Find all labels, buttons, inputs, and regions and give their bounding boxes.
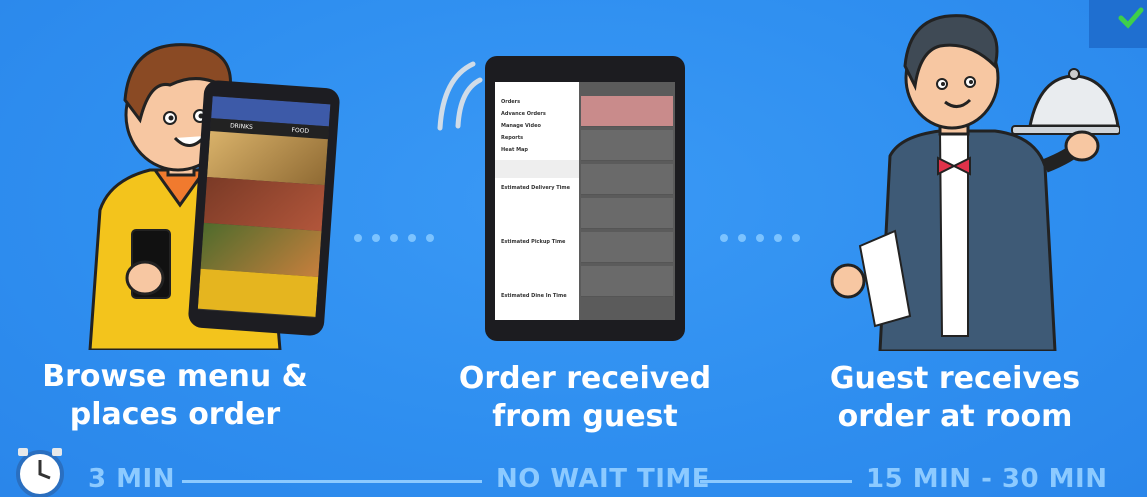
time-label-browse: 3 MIN: [88, 464, 175, 494]
order-row[interactable]: [581, 266, 673, 297]
phone-screen: DRINKS FOOD: [197, 96, 331, 318]
phone-tab-food[interactable]: FOOD: [291, 127, 309, 135]
time-label-delivery: 15 MIN - 30 MIN: [866, 464, 1108, 494]
step-2-caption: Order received from guest: [458, 361, 712, 434]
clock-icon: [16, 448, 64, 497]
menu-item-advance-orders[interactable]: Advance Orders: [495, 108, 579, 120]
tablet-screen: Orders Advance Orders Manage Video Repor…: [495, 82, 675, 320]
section-dinein-time: Estimated Dine In Time: [501, 293, 567, 299]
time-label-received: NO WAIT TIME: [496, 464, 711, 494]
progress-dots-2: [720, 234, 800, 242]
order-row[interactable]: [581, 164, 673, 195]
phone-device: DRINKS FOOD: [187, 79, 341, 337]
menu-item-orders[interactable]: Orders: [495, 96, 579, 108]
hero-banner: DRINKS FOOD Orders Advance Orders Manage…: [0, 0, 1147, 497]
menu-item-heat-map[interactable]: Heat Map: [495, 144, 579, 156]
signal-icon: [437, 61, 483, 131]
order-row[interactable]: [581, 198, 673, 229]
step-3-caption: Guest receives order at room: [829, 361, 1081, 434]
tablet-device: Orders Advance Orders Manage Video Repor…: [485, 56, 685, 341]
timeline-segment: [182, 480, 482, 483]
order-row[interactable]: [581, 130, 673, 161]
menu-item-manage-video[interactable]: Manage Video: [495, 120, 579, 132]
tablet-menu: Orders Advance Orders Manage Video Repor…: [495, 82, 579, 320]
menu-item-reports[interactable]: Reports: [495, 132, 579, 144]
order-row[interactable]: [581, 232, 673, 263]
timeline-segment: [700, 480, 852, 483]
order-row[interactable]: [581, 96, 673, 127]
section-delivery-time: Estimated Delivery Time: [501, 185, 570, 191]
step-1-caption: Browse menu & places order: [42, 359, 308, 432]
waiter-illustration: [830, 14, 1120, 351]
section-pickup-time: Estimated Pickup Time: [501, 239, 566, 245]
progress-dots-1: [354, 234, 434, 242]
phone-tab-drinks[interactable]: DRINKS: [230, 122, 253, 131]
